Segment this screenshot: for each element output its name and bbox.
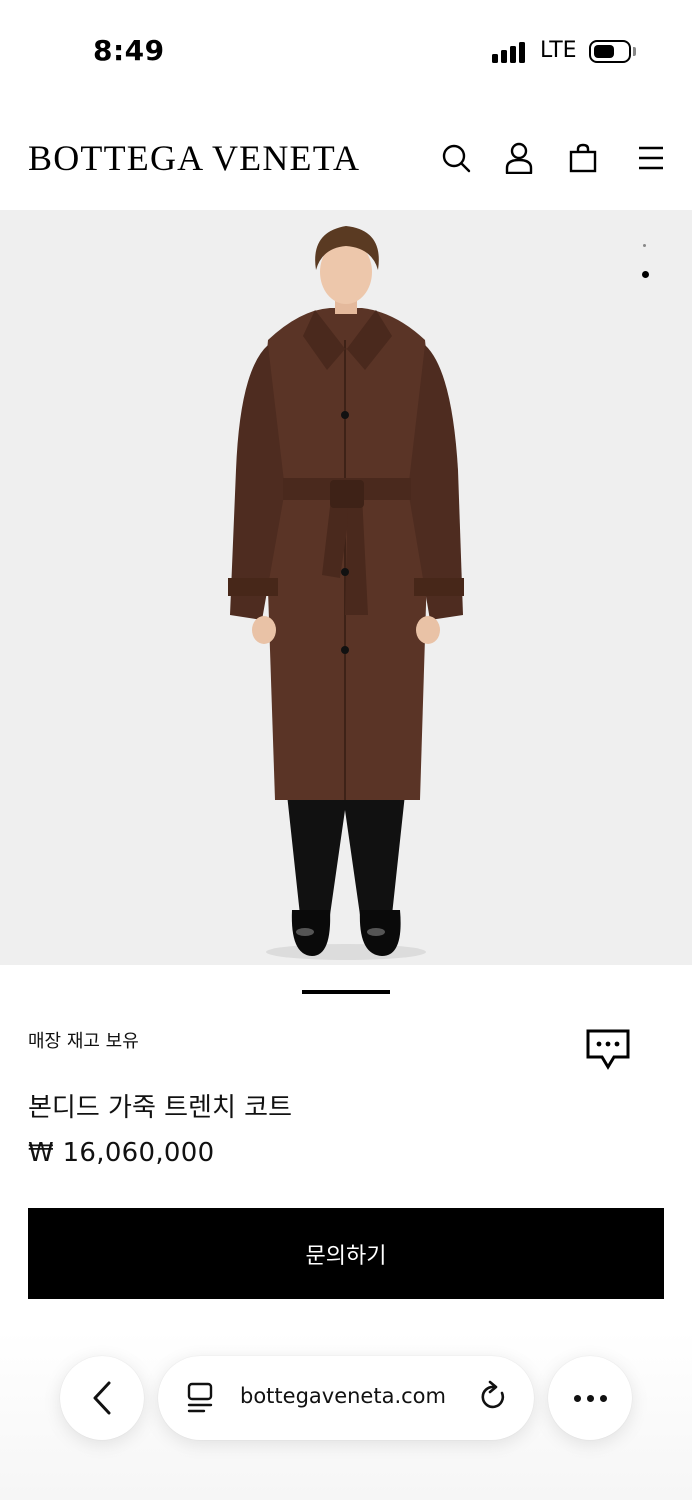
status-bar: 8:49 LTE: [0, 0, 692, 100]
slide-progress-indicator: [302, 990, 390, 994]
status-time: 8:49: [93, 34, 165, 67]
address-bar[interactable]: bottegaveneta.com: [158, 1356, 534, 1440]
product-gallery[interactable]: [0, 210, 692, 965]
account-icon[interactable]: [501, 140, 537, 176]
network-type: LTE: [540, 38, 577, 63]
product-image[interactable]: [0, 210, 692, 965]
gallery-dot-inactive[interactable]: [643, 244, 646, 247]
reload-icon[interactable]: [478, 1380, 510, 1414]
product-price: ₩ 16,060,000: [28, 1138, 215, 1168]
search-icon[interactable]: [438, 140, 474, 176]
availability-label: 매장 재고 보유: [28, 1031, 139, 1052]
site-header: BOTTEGA VENETA: [0, 100, 692, 210]
signal-strength-icon: [492, 41, 528, 63]
brand-logo[interactable]: BOTTEGA VENETA: [28, 137, 360, 179]
more-button[interactable]: [548, 1356, 632, 1440]
tabs-icon[interactable]: [186, 1382, 214, 1414]
back-icon: [93, 1381, 111, 1415]
battery-icon: [589, 40, 631, 63]
more-icon: [573, 1394, 607, 1402]
product-title: 본디드 가죽 트렌치 코트: [28, 1093, 292, 1123]
inquiry-button[interactable]: 문의하기: [28, 1208, 664, 1299]
menu-icon[interactable]: [633, 140, 669, 176]
chat-button[interactable]: [584, 1027, 632, 1073]
gallery-dot-active[interactable]: [642, 271, 649, 278]
bag-icon[interactable]: [565, 140, 601, 176]
back-button[interactable]: [60, 1356, 144, 1440]
url-text[interactable]: bottegaveneta.com: [240, 1384, 446, 1408]
chat-bubble-icon: [586, 1029, 630, 1070]
browser-toolbar: bottegaveneta.com: [0, 1330, 692, 1500]
battery-tip: [633, 47, 636, 56]
